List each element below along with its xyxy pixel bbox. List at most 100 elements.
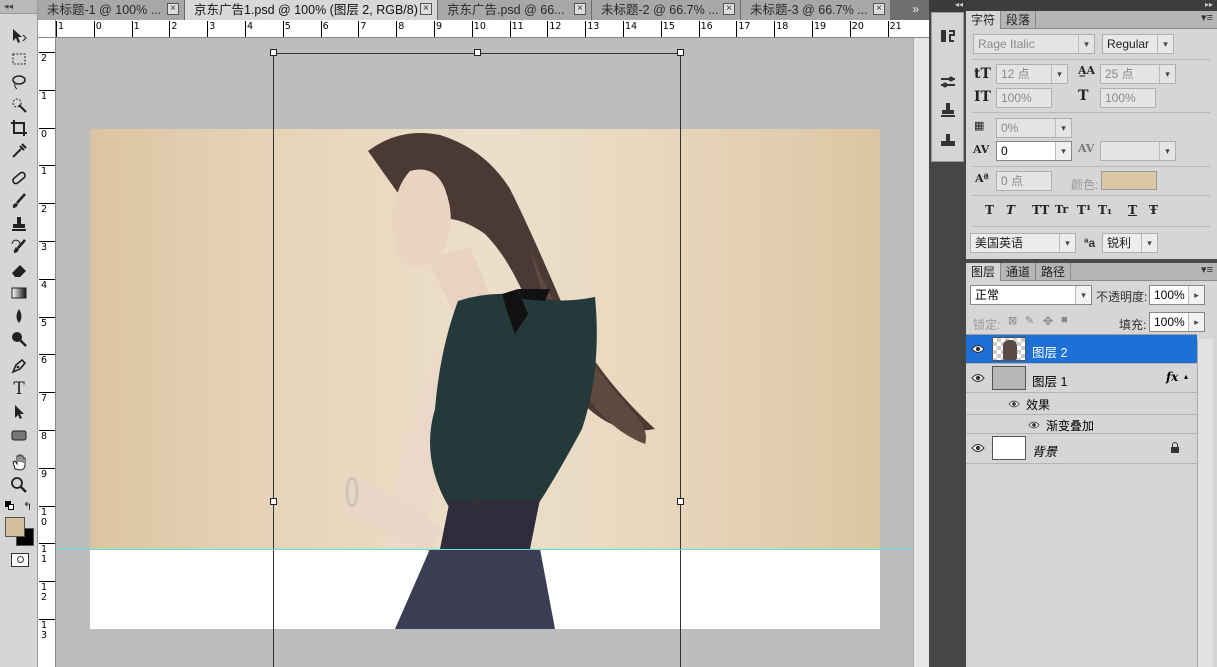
layer-row-2[interactable]: 图层 2 bbox=[966, 335, 1197, 364]
vertical-ruler[interactable]: 2101234567891 01 11 21 3 bbox=[38, 38, 56, 667]
default-colors-icon[interactable] bbox=[5, 501, 15, 511]
horizontal-scale-field[interactable]: 100% bbox=[1100, 88, 1156, 108]
blur-tool[interactable] bbox=[9, 306, 29, 326]
visibility-eye-icon[interactable] bbox=[971, 343, 985, 355]
stamp-tool[interactable] bbox=[9, 214, 29, 234]
text-color-swatch[interactable] bbox=[1101, 171, 1157, 190]
subscript-button[interactable]: T₁ bbox=[1098, 203, 1112, 217]
close-icon[interactable]: × bbox=[420, 3, 432, 15]
fill-field[interactable]: 100% ▸ bbox=[1149, 312, 1205, 332]
collapse-triangle-icon[interactable]: ▴ bbox=[1184, 372, 1188, 381]
crop-tool[interactable] bbox=[9, 118, 29, 138]
tab-overflow[interactable]: » bbox=[891, 0, 929, 20]
close-icon[interactable]: × bbox=[167, 3, 179, 15]
toolbar-grip[interactable]: ◂◂ bbox=[0, 0, 37, 14]
superscript-button[interactable]: T¹ bbox=[1077, 203, 1091, 217]
tab-untitled-1[interactable]: 未标题-1 @ 100% ... × bbox=[38, 0, 185, 20]
font-size-field[interactable]: 12 点 ▾ bbox=[996, 64, 1068, 84]
history-panel-icon[interactable] bbox=[939, 27, 957, 45]
tab-channels[interactable]: 通道 bbox=[1001, 263, 1037, 281]
effects-row[interactable]: 效果 bbox=[966, 393, 1197, 414]
path-select-tool[interactable] bbox=[9, 402, 29, 422]
transform-handle[interactable] bbox=[474, 49, 481, 56]
brush-tool[interactable] bbox=[9, 191, 29, 211]
shape-tool[interactable] bbox=[9, 425, 29, 445]
history-brush-tool[interactable] bbox=[9, 237, 29, 257]
transform-handle[interactable] bbox=[677, 498, 684, 505]
chevron-right-icon[interactable]: ▸ bbox=[1188, 286, 1204, 304]
layer-row-1[interactable]: 图层 1 fx ▴ bbox=[966, 364, 1197, 393]
type-tool[interactable]: T bbox=[9, 379, 29, 399]
opacity-field[interactable]: 100% ▸ bbox=[1149, 285, 1205, 305]
close-icon[interactable]: × bbox=[873, 3, 885, 15]
panel-collapse-icon[interactable]: ▸▸ bbox=[966, 0, 1217, 11]
language-select[interactable]: 美国英语 ▾ bbox=[970, 233, 1076, 253]
canvas-area[interactable] bbox=[56, 38, 913, 667]
lock-transparent-icon[interactable]: ⊠ bbox=[1008, 314, 1017, 327]
tab-jd-ad[interactable]: 京东广告.psd @ 66... × bbox=[438, 0, 592, 20]
dock-collapse-icon[interactable]: ◂◂ bbox=[929, 0, 966, 12]
layers-scrollbar[interactable] bbox=[1197, 339, 1213, 667]
visibility-eye-icon[interactable] bbox=[1008, 398, 1020, 408]
ruler-origin[interactable] bbox=[38, 20, 56, 38]
guide-line[interactable] bbox=[56, 549, 913, 550]
tracking-field[interactable]: ▾ bbox=[1100, 141, 1176, 161]
tool-presets-icon[interactable] bbox=[939, 131, 957, 149]
small-caps-button[interactable]: Tr bbox=[1055, 203, 1068, 216]
transform-center-icon[interactable] bbox=[472, 496, 484, 508]
gradient-overlay-row[interactable]: 渐变叠加 bbox=[966, 414, 1197, 434]
underline-button[interactable]: T bbox=[1128, 203, 1137, 217]
tab-jd-ad-1[interactable]: 京东广告1.psd @ 100% (图层 2, RGB/8) * × bbox=[185, 0, 438, 20]
move-tool[interactable] bbox=[9, 26, 29, 46]
strikethrough-button[interactable]: Ŧ bbox=[1149, 203, 1158, 217]
swap-colors-icon[interactable]: ↰ bbox=[23, 500, 32, 513]
all-caps-button[interactable]: TT bbox=[1032, 203, 1049, 217]
visibility-eye-icon[interactable] bbox=[971, 442, 985, 454]
visibility-eye-icon[interactable] bbox=[1028, 419, 1040, 429]
quick-select-tool[interactable] bbox=[9, 95, 29, 115]
lock-pixels-icon[interactable]: ✎ bbox=[1025, 314, 1034, 327]
tab-paths[interactable]: 路径 bbox=[1036, 263, 1072, 281]
marquee-tool[interactable] bbox=[9, 49, 29, 69]
leading-field[interactable]: 25 点 ▾ bbox=[1100, 64, 1176, 84]
hand-tool[interactable] bbox=[9, 452, 29, 472]
transform-bounding-box[interactable] bbox=[273, 53, 681, 667]
kerning-field[interactable]: 0 ▾ bbox=[996, 141, 1072, 161]
tab-layers[interactable]: 图层 bbox=[966, 263, 1002, 281]
blend-mode-select[interactable]: 正常 ▾ bbox=[970, 285, 1092, 305]
chevron-right-icon[interactable]: ▸ bbox=[1188, 313, 1204, 331]
lasso-tool[interactable] bbox=[9, 72, 29, 92]
clone-source-icon[interactable] bbox=[939, 101, 957, 119]
gradient-tool[interactable] bbox=[9, 283, 29, 303]
panel-menu-icon[interactable]: ▾≡ bbox=[1201, 11, 1213, 24]
transform-handle[interactable] bbox=[270, 49, 277, 56]
tab-character[interactable]: 字符 bbox=[966, 11, 1002, 29]
font-style-select[interactable]: Regular ▾ bbox=[1102, 34, 1174, 54]
lock-all-icon[interactable]: ■ bbox=[1061, 314, 1068, 326]
quick-mask-icon[interactable] bbox=[11, 553, 29, 567]
tab-untitled-2[interactable]: 未标题-2 @ 66.7% ... × bbox=[592, 0, 741, 20]
baseline-shift-field[interactable]: 0 点 bbox=[996, 171, 1052, 191]
faux-italic-button[interactable]: T bbox=[1006, 203, 1015, 217]
tab-untitled-3[interactable]: 未标题-3 @ 66.7% ... × bbox=[741, 0, 891, 20]
font-family-select[interactable]: Rage Italic ▾ bbox=[973, 34, 1095, 54]
eraser-tool[interactable] bbox=[9, 260, 29, 280]
fx-icon[interactable]: fx bbox=[1166, 370, 1178, 384]
close-icon[interactable]: × bbox=[723, 3, 735, 15]
tsume-field[interactable]: 0% ▾ bbox=[996, 118, 1072, 138]
horizontal-ruler[interactable]: 1 0 1 2 3 4 5 6 7 8 9 10 11 12 13 14 15 16 17 18 19 20 21 bbox=[38, 20, 929, 38]
background-layer-row[interactable]: 背景 bbox=[966, 434, 1197, 464]
canvas-scrollbar[interactable] bbox=[913, 38, 929, 667]
lock-position-icon[interactable]: ✥ bbox=[1043, 314, 1053, 328]
close-icon[interactable]: × bbox=[574, 3, 586, 15]
vertical-scale-field[interactable]: 100% bbox=[996, 88, 1052, 108]
antialias-select[interactable]: 锐利 ▾ bbox=[1102, 233, 1158, 253]
transform-handle[interactable] bbox=[270, 498, 277, 505]
brush-presets-icon[interactable] bbox=[939, 73, 957, 91]
pen-tool[interactable] bbox=[9, 356, 29, 376]
eyedropper-tool[interactable] bbox=[9, 141, 29, 161]
healing-tool[interactable] bbox=[9, 168, 29, 188]
tab-paragraph[interactable]: 段落 bbox=[1001, 11, 1037, 29]
zoom-tool[interactable] bbox=[9, 475, 29, 495]
panel-menu-icon[interactable]: ▾≡ bbox=[1201, 263, 1213, 276]
